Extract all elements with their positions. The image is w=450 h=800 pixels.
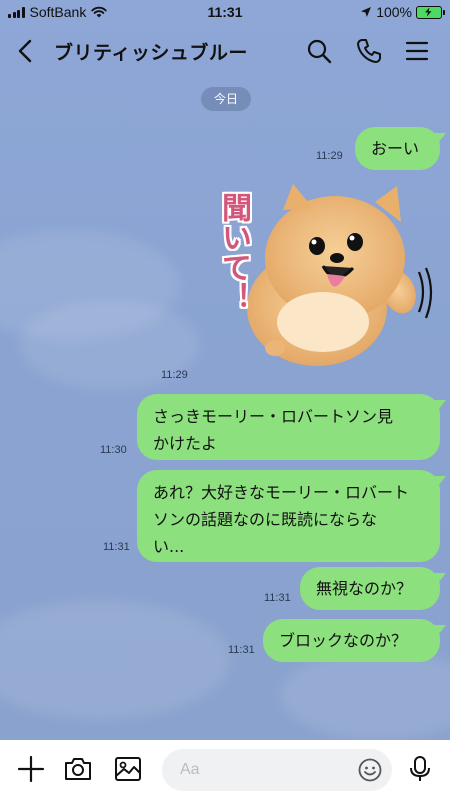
message-input-bar [0,740,450,800]
message-text: おーい [371,139,420,158]
status-right: 100% [360,4,445,20]
message-bubble[interactable]: ブロックなのか？ [263,619,446,662]
image-icon[interactable] [113,754,143,784]
message-bubble[interactable]: 無視なのか？ [300,567,446,610]
camera-icon[interactable] [63,754,93,784]
message-line: あれ？大好きなモーリー・ロバート [153,483,410,502]
battery-percentage: 100% [376,4,412,20]
message-time: 11:31 [103,541,130,553]
message-time: 11:29 [316,150,343,162]
status-bar: SoftBank 11:31 100% [0,0,450,24]
location-arrow-icon [361,7,372,17]
chat-header: ブリティッシュブルー [0,26,450,76]
bubble-tail [430,133,446,147]
menu-icon[interactable] [403,37,431,65]
date-separator: 今日 [201,87,251,111]
background-cloud [0,600,230,720]
chat-screen: SoftBank 11:31 100% ブリティッシュブルー 今日 おーい 11… [0,0,450,800]
microphone-icon[interactable] [405,754,435,784]
message-time: 11:31 [228,644,255,656]
plus-icon[interactable] [16,754,46,784]
message-line: ソンの話題なのに既読にならな [153,510,378,529]
emoji-icon[interactable] [357,757,383,783]
battery-icon [416,5,445,19]
background-cloud [280,650,450,740]
message-time: 11:29 [161,369,188,381]
search-icon[interactable] [305,37,333,65]
bubble-tail [430,573,446,587]
phone-call-icon[interactable] [355,37,383,65]
message-time: 11:31 [264,592,291,604]
message-line: い... [153,537,185,556]
bubble-tail [430,476,446,490]
sticker-message[interactable]: 聞いて！ [205,180,445,370]
message-text: 無視なのか？ [316,579,413,598]
sticker-caption: 聞いて！ [216,192,251,312]
message-text: ブロックなのか？ [279,631,408,650]
message-line: かけたよ [153,434,218,453]
message-bubble[interactable]: さっきモーリー・ロバートソン見 かけたよ [137,394,446,460]
back-icon[interactable] [12,36,40,66]
message-time: 11:30 [100,444,127,456]
message-bubble[interactable]: あれ？大好きなモーリー・ロバート ソンの話題なのに既読にならな い... [137,470,446,562]
chat-title[interactable]: ブリティッシュブルー [54,38,248,65]
message-bubble[interactable]: おーい [355,127,446,170]
message-line: さっきモーリー・ロバートソン見 [153,407,394,426]
bubble-tail [430,400,446,414]
bubble-tail [430,625,446,639]
